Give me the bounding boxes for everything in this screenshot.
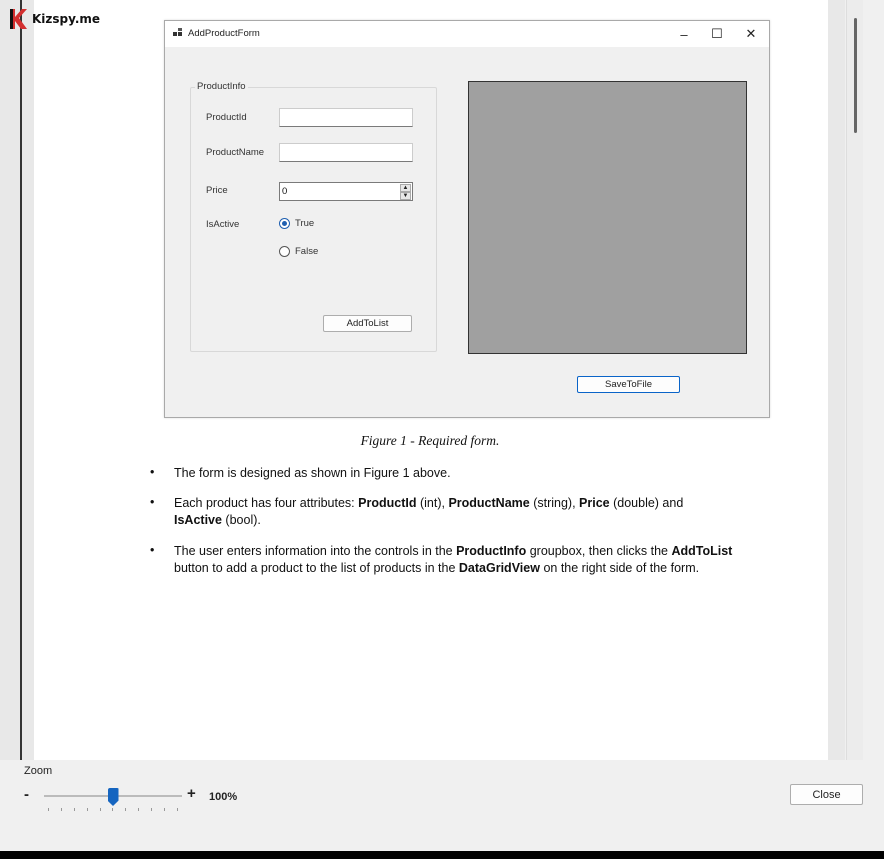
product-id-field xyxy=(279,108,413,127)
vertical-scrollbar[interactable] xyxy=(846,0,863,760)
product-info-groupbox: ProductInfo ProductId ProductName Price … xyxy=(190,81,437,352)
zoom-tick xyxy=(151,808,153,811)
zoom-tick xyxy=(164,808,166,811)
page-left-border xyxy=(20,0,22,760)
product-name-label: ProductName xyxy=(206,147,265,158)
zoom-in-button[interactable]: + xyxy=(187,785,196,802)
zoom-tick xyxy=(138,808,140,811)
zoom-tick xyxy=(176,808,178,811)
logo-k-icon xyxy=(10,9,27,29)
product-name-field xyxy=(279,143,413,162)
bullet-text-span: Each product has four attributes: xyxy=(174,496,359,510)
figure-caption: Figure 1 - Required form. xyxy=(360,433,500,448)
minimize-icon: – xyxy=(680,26,688,42)
bullet-text-span: groupbox, then clicks the xyxy=(526,544,672,558)
bullet-item-3: The user enters information into the con… xyxy=(174,543,734,577)
add-to-list-button: AddToList xyxy=(323,315,412,332)
bullet-text-span: The user enters information into the con… xyxy=(174,544,457,558)
close-icon: ✕ xyxy=(745,26,757,41)
price-value: 0 xyxy=(282,186,288,197)
zoom-tick xyxy=(125,808,127,811)
bullet-text-span: (bool). xyxy=(221,513,261,527)
product-datagridview xyxy=(468,81,747,354)
site-logo: Kizspy.me xyxy=(8,8,100,30)
bullet-text-span: (int), xyxy=(416,496,449,510)
zoom-tick xyxy=(73,808,75,811)
form-titlebar: AddProductForm – ☐ ✕ xyxy=(165,21,769,47)
price-numeric-updown: 0 ▲ ▼ xyxy=(279,182,413,201)
close-button[interactable]: Close xyxy=(790,784,863,805)
document-viewer: Kizspy.me AddProductForm – ☐ ✕ ProductIn… xyxy=(0,0,884,851)
bullet-text-span: button to add a product to the list of p… xyxy=(174,561,459,575)
bullet-bold-span: Price xyxy=(579,496,610,510)
form-title: AddProductForm xyxy=(188,28,260,39)
spin-down-icon: ▼ xyxy=(400,192,411,200)
bullet-bold-span: AddToList xyxy=(671,544,733,558)
bullet-item-2: Each product has four attributes: Produc… xyxy=(174,495,734,529)
scrollbar-thumb[interactable] xyxy=(854,18,857,133)
zoom-tick xyxy=(99,808,101,811)
radio-true: True xyxy=(279,218,314,229)
maximize-icon: ☐ xyxy=(711,26,723,41)
app-icon xyxy=(173,28,182,36)
bullet-text-span: (double) and xyxy=(609,496,684,510)
bullet-text-span: (string), xyxy=(529,496,580,510)
bullet-icon: • xyxy=(150,543,155,557)
bullet-bold-span: IsActive xyxy=(174,513,222,527)
spin-up-icon: ▲ xyxy=(400,184,411,192)
save-to-file-button: SaveToFile xyxy=(577,376,680,393)
zoom-slider-thumb[interactable] xyxy=(107,788,119,806)
bullet-bold-span: ProductName xyxy=(448,496,530,510)
logo-text: Kizspy.me xyxy=(32,12,101,26)
groupbox-label: ProductInfo xyxy=(195,81,248,92)
radio-true-indicator xyxy=(279,218,290,229)
bullet-icon: • xyxy=(150,495,155,509)
price-label: Price xyxy=(206,185,228,196)
product-id-label: ProductId xyxy=(206,112,247,123)
radio-false: False xyxy=(279,246,318,257)
zoom-tick xyxy=(48,808,49,811)
bullet-bold-span: DataGridView xyxy=(458,561,540,575)
bullet-icon: • xyxy=(150,465,155,479)
bullet-item-1: The form is designed as shown in Figure … xyxy=(174,466,451,480)
zoom-tick xyxy=(86,808,88,811)
zoom-tick xyxy=(60,808,62,811)
zoom-tick xyxy=(112,808,114,811)
radio-false-label: False xyxy=(295,246,319,257)
radio-true-label: True xyxy=(295,218,315,229)
bullet-bold-span: ProductId xyxy=(358,496,417,510)
is-active-label: IsActive xyxy=(206,219,240,230)
spin-buttons: ▲ ▼ xyxy=(400,184,411,200)
document-frame: Kizspy.me AddProductForm – ☐ ✕ ProductIn… xyxy=(0,0,863,760)
bullet-text-span: on the right side of the form. xyxy=(539,561,700,575)
add-product-form-window: AddProductForm – ☐ ✕ ProductInfo Product… xyxy=(164,20,770,418)
zoom-slider-ticks xyxy=(48,808,178,813)
zoom-label: Zoom xyxy=(24,765,53,777)
radio-false-indicator xyxy=(279,246,290,257)
zoom-out-button[interactable]: - xyxy=(24,786,29,803)
bullet-bold-span: ProductInfo xyxy=(456,544,527,558)
zoom-value: 100% xyxy=(209,791,238,803)
